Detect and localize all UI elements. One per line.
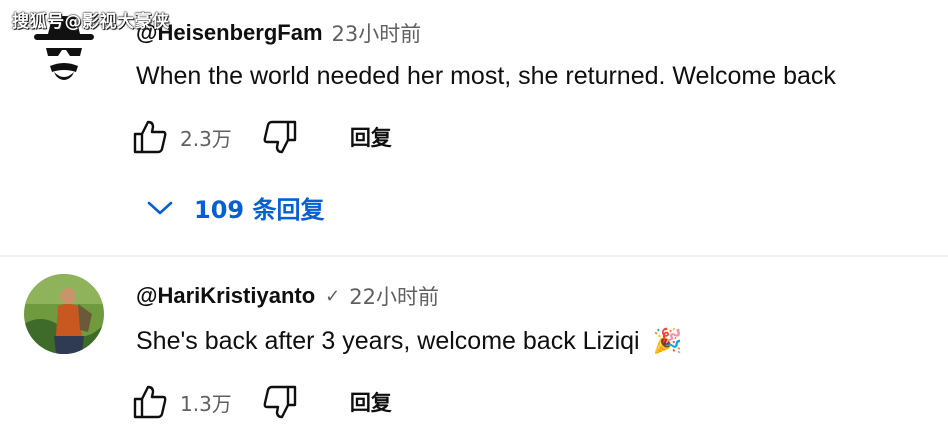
avatar[interactable] bbox=[24, 274, 104, 354]
comment-text: She's back after 3 years, welcome back L… bbox=[136, 327, 682, 356]
view-replies-button[interactable]: 109 条回复 bbox=[146, 190, 324, 225]
thumbs-up-icon bbox=[133, 385, 167, 419]
thumbs-down-icon bbox=[263, 120, 297, 154]
like-count: 2.3万 bbox=[180, 126, 232, 151]
comment-text-body: She's back after 3 years, welcome back L… bbox=[136, 327, 640, 355]
reply-button[interactable]: 回复 bbox=[350, 122, 392, 152]
chevron-down-icon bbox=[147, 201, 173, 214]
timestamp[interactable]: 23小时前 bbox=[332, 18, 422, 48]
party-popper-emoji: 🎉 bbox=[652, 327, 683, 355]
like-count: 1.3万 bbox=[180, 391, 232, 416]
thumbs-down-icon bbox=[263, 385, 297, 419]
reply-button[interactable]: 回复 bbox=[350, 387, 392, 417]
comment-1: @HeisenbergFam 23小时前 When the world need… bbox=[0, 0, 948, 255]
replies-count-label: 109 条回复 bbox=[194, 196, 325, 224]
watermark: 搜狐号@影视大豪侠 bbox=[12, 12, 170, 32]
like-button[interactable] bbox=[130, 382, 170, 422]
dislike-button[interactable] bbox=[260, 117, 300, 157]
dislike-button[interactable] bbox=[260, 382, 300, 422]
comment-2: @HariKristiyanto ✓ 22小时前 She's back afte… bbox=[0, 257, 948, 432]
thumbs-up-icon bbox=[133, 120, 167, 154]
author-name[interactable]: @HariKristiyanto bbox=[136, 283, 315, 309]
comment-text: When the world needed her most, she retu… bbox=[136, 62, 836, 90]
timestamp[interactable]: 22小时前 bbox=[349, 281, 439, 311]
verified-check-icon: ✓ bbox=[325, 285, 341, 306]
profile-photo bbox=[24, 274, 104, 354]
like-button[interactable] bbox=[130, 117, 170, 157]
